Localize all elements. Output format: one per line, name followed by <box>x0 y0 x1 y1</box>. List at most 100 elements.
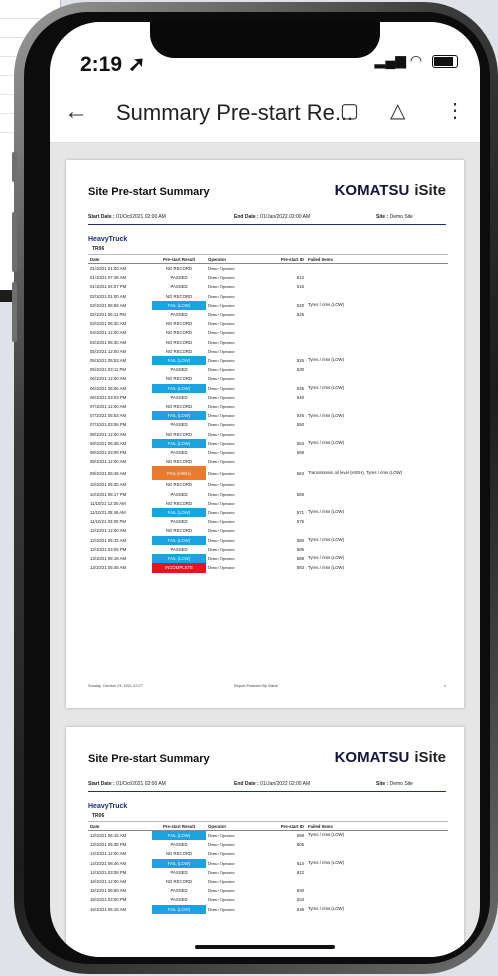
cell-prestart-id: 545 <box>296 413 304 419</box>
cell-operator: Demo Operator <box>208 358 235 364</box>
cell-result: FAIL (LOW) <box>152 535 206 545</box>
table-row: 05/10/21 03:11 PM PASSED Demo Operator 530 <box>88 365 448 374</box>
cell-failed-items <box>306 490 448 499</box>
cell-failed-items <box>306 365 448 374</box>
cell-date: 02/10/21 06:58 AM <box>90 302 127 308</box>
cell-failed-items <box>306 328 448 337</box>
table-row: 05/10/21 12:00 AM NO RECORD Demo Operator <box>88 347 448 356</box>
cell-operator: Demo Operator <box>208 394 235 400</box>
cell-prestart-id <box>270 849 306 858</box>
cell-date: 05/10/21 03:11 PM <box>90 367 126 373</box>
cell-result: PASSED <box>170 422 188 428</box>
komatsu-logo: KOMATSU iSite <box>334 182 446 199</box>
cell-failed-items: Tyres / rims (LOW) <box>308 509 345 515</box>
cell-failed-items: Tyres / rims (LOW) <box>308 859 345 865</box>
cell-result: FAIL (LOW) <box>152 356 206 366</box>
cell-result: PASSED <box>170 888 188 894</box>
cell-failed-items <box>306 480 448 489</box>
cell-failed-items <box>306 347 448 356</box>
cell-result: FAIL (HIGH) <box>152 466 206 481</box>
cell-date: 09/10/21 12:00 AM <box>90 459 127 465</box>
cell-result: FAIL (LOW) <box>152 554 206 564</box>
cell-operator: Demo Operator <box>208 312 235 318</box>
cell-operator: Demo Operator <box>208 284 235 290</box>
cell-failed-items <box>306 338 448 347</box>
cell-prestart-id <box>270 877 306 886</box>
cell-date: 02/10/21 05:11 PM <box>90 312 126 318</box>
cell-date: 10/10/21 05:17 PM <box>90 491 127 497</box>
back-arrow-icon[interactable]: ← <box>64 98 88 126</box>
cell-result: PASSED <box>170 842 188 848</box>
table-row: 01/10/21 07:48 AM PASSED Demo Operator 512 <box>88 273 448 282</box>
cell-failed-items: Tyres / rims (LOW) <box>308 412 345 418</box>
cell-date: 07/10/21 03:06 PM <box>90 422 127 428</box>
cell-date: 01/10/21 01:00 AM <box>90 266 127 271</box>
cell-failed-items: Tyres / rims (LOW) <box>308 302 345 308</box>
cell-prestart-id: 571 <box>296 510 304 516</box>
cell-prestart-id: 638 <box>296 906 304 912</box>
cell-failed-items <box>306 430 448 439</box>
cell-prestart-id: 580 <box>296 537 304 543</box>
cell-operator: Demo Operator <box>208 888 235 894</box>
cell-result: PASSED <box>170 367 188 373</box>
komatsu-logo: KOMATSU iSite <box>334 749 446 766</box>
table-row: 11/10/21 12:00 AM NO RECORD Demo Operator <box>88 499 448 508</box>
cell-date: 08/10/21 12:00 AM <box>90 431 127 437</box>
cell-failed-items <box>306 457 448 466</box>
table-row: 04/10/21 12:00 AM NO RECORD Demo Operator <box>88 328 448 337</box>
cell-operator: Demo Operator <box>208 413 235 419</box>
cell-result: NO RECORD <box>165 348 193 354</box>
cell-prestart-id <box>270 526 306 535</box>
cell-result: FAIL (LOW) <box>152 858 206 868</box>
cell-prestart-id: 576 <box>296 519 304 525</box>
col-operator: Operator <box>206 254 270 264</box>
cell-operator: Demo Operator <box>208 459 235 465</box>
cell-prestart-id: 622 <box>296 869 304 875</box>
table-row: 01/10/21 04:07 PM PASSED Demo Operator 516 <box>88 282 448 291</box>
cell-failed-items <box>306 895 448 904</box>
cell-date: 13/10/21 05:38 PM <box>90 842 127 848</box>
cell-result: NO RECORD <box>165 293 193 299</box>
add-to-drive-icon[interactable]: △ <box>390 98 405 123</box>
cell-date: 04/10/21 05:30 AM <box>90 339 127 345</box>
machine-heading: TR06 <box>92 246 105 252</box>
cell-prestart-id <box>270 264 306 274</box>
cell-operator: Demo Operator <box>208 546 235 552</box>
notch <box>150 22 380 58</box>
cell-date: 08/10/21 05:38 AM <box>90 440 127 446</box>
cell-failed-items <box>306 877 448 886</box>
cell-failed-items <box>306 448 448 457</box>
cell-failed-items: Tyres / rims (LOW) <box>308 440 345 446</box>
table-row: 12/10/21 05:43 AM FAIL (LOW) Demo Operator… <box>88 535 448 545</box>
cell-result: NO RECORD <box>165 330 193 336</box>
cell-date: 07/10/21 12:00 AM <box>90 404 127 410</box>
cell-operator: Demo Operator <box>208 404 235 410</box>
cell-date: 14/10/21 08:46 AM <box>90 860 127 866</box>
cell-failed-items <box>306 545 448 554</box>
search-doc-icon[interactable]: ▢ <box>340 98 359 123</box>
cell-prestart-id: 593 <box>296 565 304 571</box>
home-indicator[interactable] <box>195 945 335 949</box>
cell-result: FAIL (LOW) <box>152 508 206 518</box>
cell-date: 04/10/21 12:00 AM <box>90 330 127 336</box>
cell-prestart-id <box>270 347 306 356</box>
table-row: 03/10/21 05:30 AM NO RECORD Demo Operator <box>88 319 448 328</box>
cell-date: 11/10/21 12:00 AM <box>90 500 126 506</box>
more-vert-icon[interactable]: ⋮ <box>445 98 465 123</box>
cell-date: 05/10/21 12:00 AM <box>90 348 127 354</box>
status-icons: ▂▄▆ ◠ <box>375 52 458 69</box>
report-title: Site Pre-start Summary <box>88 753 210 765</box>
table-row: 07/10/21 12:00 AM NO RECORD Demo Operator <box>88 402 448 411</box>
cell-prestart-id <box>270 457 306 466</box>
cell-operator: Demo Operator <box>208 537 235 543</box>
cell-failed-items <box>306 849 448 858</box>
table-row: 08/10/21 05:38 AM FAIL (LOW) Demo Operator… <box>88 438 448 449</box>
table-row: 13/10/21 05:38 PM PASSED Demo Operator 605 <box>88 840 448 849</box>
cell-prestart-id: 585 <box>296 546 304 552</box>
cell-result: NO RECORD <box>165 376 193 382</box>
cell-result: PASSED <box>170 546 188 552</box>
cell-operator: Demo Operator <box>208 385 235 391</box>
category-heading: HeavyTruck <box>88 803 128 810</box>
cell-date: 09/10/21 05:46 AM <box>90 470 127 476</box>
cell-failed-items: Transmission oil level (HIGH), Tyres / r… <box>308 470 403 476</box>
